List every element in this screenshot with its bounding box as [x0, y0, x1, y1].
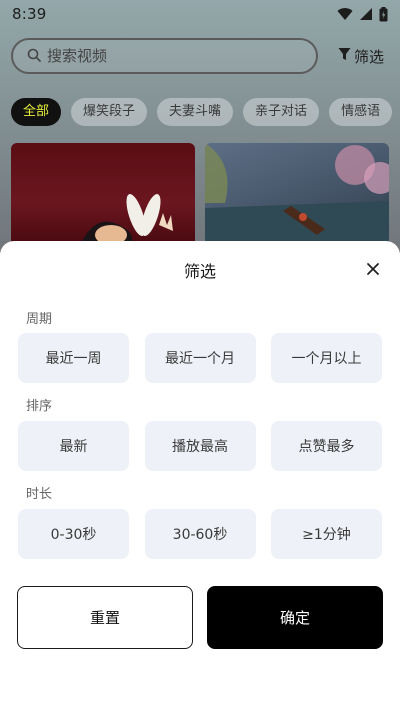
search-box[interactable]	[11, 38, 318, 74]
status-bar: 8:39	[0, 0, 400, 28]
category-tabs: 全部 爆笑段子 夫妻斗嘴 亲子对话 情感语	[11, 98, 400, 126]
option-0-30s[interactable]: 0-30秒	[18, 509, 129, 559]
option-newest[interactable]: 最新	[18, 421, 129, 471]
wifi-icon	[337, 7, 353, 21]
boat-scene-image	[205, 143, 389, 243]
video-thumbnail[interactable]	[205, 143, 389, 243]
option-over-1min[interactable]: ≥1分钟	[271, 509, 382, 559]
sort-options: 最新 播放最高 点赞最多	[18, 421, 382, 471]
filter-button-label: 筛选	[354, 47, 385, 66]
category-chip-jokes[interactable]: 爆笑段子	[71, 98, 148, 126]
option-last-month[interactable]: 最近一个月	[144, 333, 256, 383]
cartoon-character-image	[81, 193, 173, 243]
period-options: 最近一周 最近一个月 一个月以上	[18, 333, 382, 383]
funnel-icon	[338, 47, 351, 65]
section-label-sort: 排序	[26, 399, 53, 414]
duration-options: 0-30秒 30-60秒 ≥1分钟	[18, 509, 382, 559]
section-label-duration: 时长	[26, 487, 53, 502]
filter-sheet: 筛选 周期 最近一周 最近一个月 一个月以上 排序 最新 播放最高 点赞最多 时…	[0, 241, 400, 711]
search-row: 筛选	[11, 38, 391, 74]
option-most-liked[interactable]: 点赞最多	[271, 421, 382, 471]
category-chip-couple[interactable]: 夫妻斗嘴	[157, 98, 234, 126]
option-most-played[interactable]: 播放最高	[144, 421, 256, 471]
sheet-actions: 重置 确定	[17, 586, 383, 649]
status-icons	[337, 6, 388, 22]
filter-button[interactable]: 筛选	[338, 46, 384, 67]
category-chip-emotion[interactable]: 情感语	[329, 98, 393, 126]
section-label-period: 周期	[26, 312, 53, 327]
search-input[interactable]	[47, 47, 277, 65]
sheet-title: 筛选	[183, 262, 216, 281]
category-chip-all[interactable]: 全部	[11, 98, 62, 126]
option-over-month[interactable]: 一个月以上	[271, 333, 382, 383]
reset-button[interactable]: 重置	[17, 586, 193, 649]
battery-icon	[379, 6, 388, 22]
option-last-week[interactable]: 最近一周	[18, 333, 129, 383]
confirm-button[interactable]: 确定	[207, 586, 383, 649]
search-icon	[27, 47, 41, 66]
category-chip-parent-child[interactable]: 亲子对话	[243, 98, 320, 126]
status-time: 8:39	[12, 5, 47, 23]
signal-icon	[359, 7, 373, 21]
close-icon[interactable]	[364, 260, 382, 278]
option-30-60s[interactable]: 30-60秒	[144, 509, 256, 559]
video-thumbnail[interactable]	[11, 143, 195, 243]
